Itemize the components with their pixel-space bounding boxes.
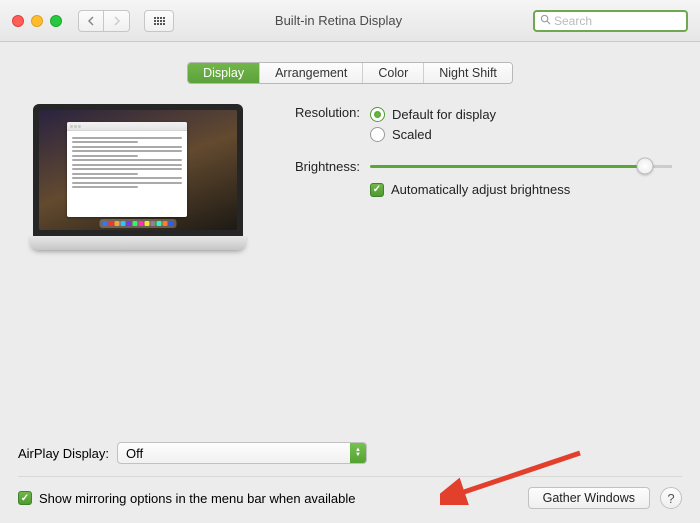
search-field[interactable] xyxy=(533,10,688,32)
display-preview xyxy=(28,104,248,254)
mirror-label: Show mirroring options in the menu bar w… xyxy=(39,491,356,506)
radio-selected-icon xyxy=(370,107,385,122)
auto-brightness-label: Automatically adjust brightness xyxy=(391,182,570,197)
minimize-icon[interactable] xyxy=(31,15,43,27)
checkmark-icon: ✓ xyxy=(18,491,32,505)
resolution-scaled-option[interactable]: Scaled xyxy=(370,124,672,144)
tab-display[interactable]: Display xyxy=(188,63,259,83)
airplay-value: Off xyxy=(126,446,143,461)
resolution-default-option[interactable]: Default for display xyxy=(370,104,672,124)
content-area: Resolution: Default for display Scaled B… xyxy=(0,84,700,254)
back-button[interactable] xyxy=(78,10,104,32)
tab-color[interactable]: Color xyxy=(362,63,423,83)
forward-button[interactable] xyxy=(104,10,130,32)
title-bar: Built-in Retina Display xyxy=(0,0,700,42)
brightness-slider[interactable] xyxy=(370,158,672,174)
tab-night-shift[interactable]: Night Shift xyxy=(423,63,512,83)
resolution-default-label: Default for display xyxy=(392,107,496,122)
resolution-scaled-label: Scaled xyxy=(392,127,432,142)
help-button[interactable]: ? xyxy=(660,487,682,509)
brightness-label: Brightness: xyxy=(278,158,370,174)
airplay-select[interactable]: Off ▲▼ xyxy=(117,442,367,464)
airplay-label: AirPlay Display: xyxy=(18,446,109,461)
search-input[interactable] xyxy=(554,14,700,28)
radio-icon xyxy=(370,127,385,142)
grid-icon xyxy=(154,17,165,25)
auto-brightness-checkbox[interactable]: ✓ Automatically adjust brightness xyxy=(370,182,672,197)
select-arrows-icon: ▲▼ xyxy=(350,443,366,463)
nav-buttons xyxy=(78,10,130,32)
window-controls xyxy=(12,15,62,27)
mirror-checkbox[interactable]: ✓ Show mirroring options in the menu bar… xyxy=(18,491,356,506)
close-icon[interactable] xyxy=(12,15,24,27)
show-all-button[interactable] xyxy=(144,10,174,32)
window-title: Built-in Retina Display xyxy=(184,13,523,28)
slider-thumb-icon[interactable] xyxy=(636,158,653,175)
search-icon xyxy=(540,14,551,28)
checkmark-icon: ✓ xyxy=(370,183,384,197)
tab-bar: Display Arrangement Color Night Shift xyxy=(0,62,700,84)
settings-panel: Resolution: Default for display Scaled B… xyxy=(278,104,672,254)
maximize-icon[interactable] xyxy=(50,15,62,27)
gather-windows-button[interactable]: Gather Windows xyxy=(528,487,650,509)
tab-arrangement[interactable]: Arrangement xyxy=(259,63,362,83)
resolution-label: Resolution: xyxy=(278,104,370,120)
footer: AirPlay Display: Off ▲▼ ✓ Show mirroring… xyxy=(0,432,700,523)
